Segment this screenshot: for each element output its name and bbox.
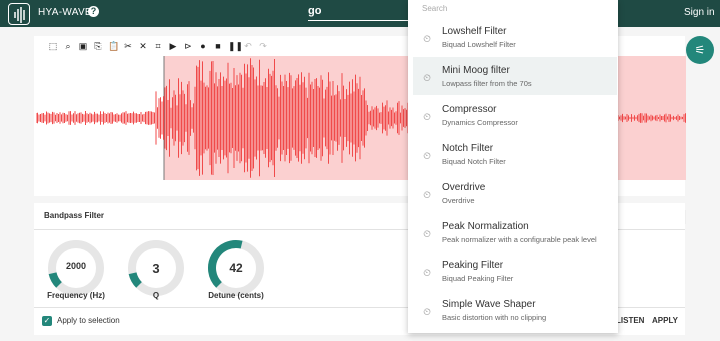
effect-description: Peak normalizer with a configurable peak…: [442, 235, 597, 244]
effect-description: Overdrive: [442, 196, 475, 205]
zoom-icon[interactable]: ⌕: [63, 41, 73, 51]
q-value: 3: [152, 261, 160, 276]
detune-label: Detune (cents): [208, 291, 264, 300]
app-logo-icon: [8, 3, 30, 25]
effect-name: Compressor: [442, 104, 497, 115]
search-input[interactable]: go: [308, 3, 408, 21]
effect-icon: ⏲: [423, 34, 431, 45]
help-icon[interactable]: ?: [88, 6, 99, 17]
effect-name: Simple Wave Shaper: [442, 299, 536, 310]
effect-icon: ⏲: [423, 190, 431, 201]
undo-icon[interactable]: ↶: [243, 41, 253, 51]
play-icon[interactable]: ▶: [168, 41, 178, 51]
effect-icon: ⏲: [423, 229, 431, 240]
frequency-label: Frequency (Hz): [47, 291, 105, 300]
effects-search-input[interactable]: Search: [422, 4, 447, 13]
paste-icon[interactable]: 📋: [108, 41, 119, 51]
select-all-icon[interactable]: ▣: [78, 41, 88, 51]
effect-item[interactable]: ⏲ Compressor Dynamics Compressor: [413, 96, 617, 134]
effect-item[interactable]: ⏲ Peak Normalization Peak normalizer with …: [413, 213, 617, 251]
crop-icon[interactable]: ⌗: [153, 41, 163, 51]
redo-icon[interactable]: ↷: [258, 41, 268, 51]
effect-item[interactable]: ⏲ Lowshelf Filter Biquad Lowshelf Filter: [413, 18, 617, 56]
effect-name: Notch Filter: [442, 143, 494, 154]
effect-description: Dynamics Compressor: [442, 118, 518, 127]
sign-in-link[interactable]: Sign in: [684, 7, 715, 18]
frequency-value: 2000: [65, 261, 87, 271]
effect-name: Peaking Filter: [442, 260, 504, 271]
cut-icon[interactable]: ✂: [123, 41, 133, 51]
effect-item[interactable]: ⏲ Simple Wave Shaper Basic distortion with…: [413, 291, 617, 329]
apply-to-selection-label: Apply to selection: [57, 316, 120, 325]
effect-icon: ⏲: [423, 73, 431, 84]
effect-item[interactable]: ⏲ Peaking Filter Biquad Peaking Filter: [413, 252, 617, 290]
effect-description: Lowpass filter from the 70s: [442, 79, 532, 88]
effects-settings-button[interactable]: ⚟: [686, 36, 714, 64]
effect-item[interactable]: ⏲ Notch Filter Biquad Notch Filter: [413, 135, 617, 173]
play-selection-icon[interactable]: ⊳: [183, 41, 193, 51]
app-name: HYA-WAVE: [38, 7, 92, 18]
q-label: Q: [152, 291, 160, 300]
select-region-icon[interactable]: ⬚: [48, 41, 58, 51]
detune-value: 42: [229, 261, 243, 275]
copy-icon[interactable]: ⎘: [93, 41, 103, 51]
filter-panel-title: Bandpass Filter: [44, 211, 105, 220]
stop-icon[interactable]: ■: [213, 41, 223, 51]
effect-description: Biquad Peaking Filter: [442, 274, 514, 283]
delete-icon[interactable]: ✕: [138, 41, 148, 51]
effect-description: Basic distortion with no clipping: [442, 313, 547, 322]
pause-icon[interactable]: ❚❚: [228, 41, 243, 51]
effect-name: Mini Moog filter: [442, 65, 510, 76]
effect-icon: ⏲: [423, 151, 431, 162]
effect-description: Biquad Notch Filter: [442, 157, 506, 166]
effect-item[interactable]: ⏲ Overdrive Overdrive: [413, 174, 617, 212]
effect-icon: ⏲: [423, 307, 431, 318]
effect-icon: ⏲: [423, 268, 431, 279]
apply-button[interactable]: APPLY: [652, 316, 678, 325]
apply-to-selection-checkbox[interactable]: ✓: [42, 316, 52, 326]
listen-button[interactable]: LISTEN: [616, 316, 644, 325]
effect-item[interactable]: ⏲ Mini Moog filter Lowpass filter from the…: [413, 57, 617, 95]
record-icon[interactable]: ●: [198, 41, 208, 51]
effect-name: Lowshelf Filter: [442, 26, 507, 37]
effect-icon: ⏲: [423, 112, 431, 123]
frequency-knob[interactable]: 2000: [47, 239, 105, 297]
q-knob[interactable]: 3: [127, 239, 185, 297]
editor-toolbar: ⬚ ⌕ ▣ ⎘ 📋 ✂ ✕ ⌗ ▶ ⊳ ● ■ ❚❚ ↶ ↷: [48, 39, 268, 53]
detune-knob[interactable]: 42: [207, 239, 265, 297]
effect-name: Peak Normalization: [442, 221, 529, 232]
effects-dropdown: Search ⏲ Lowshelf Filter Biquad Lowshelf F…: [408, 0, 618, 333]
effect-name: Overdrive: [442, 182, 486, 193]
effect-description: Biquad Lowshelf Filter: [442, 40, 516, 49]
